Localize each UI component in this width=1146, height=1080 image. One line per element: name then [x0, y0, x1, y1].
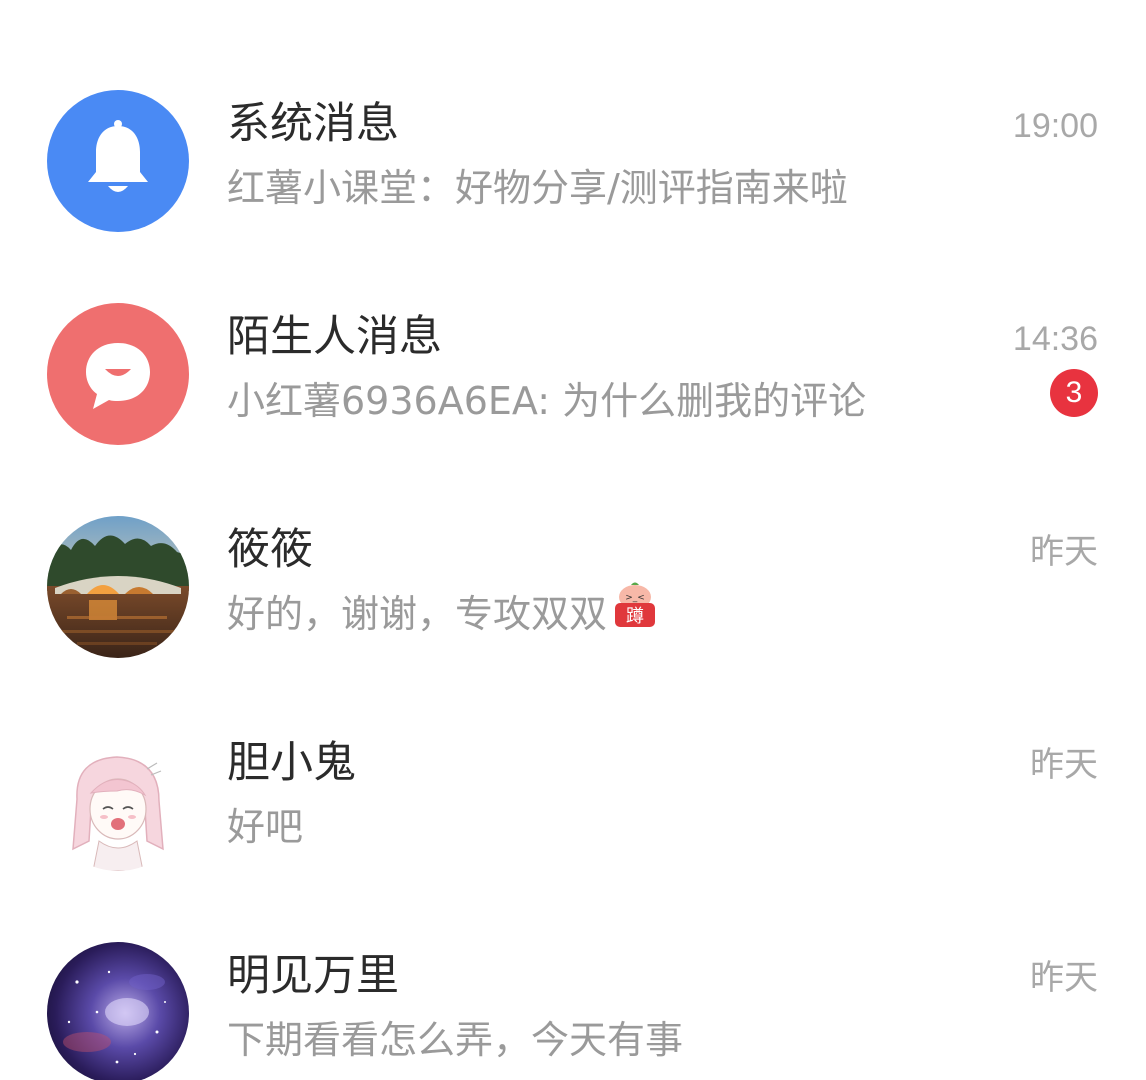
- bell-icon: [88, 120, 148, 192]
- message-preview: 红薯小课堂：好物分享/测评指南来啦: [227, 166, 848, 210]
- svg-text:>_<: >_<: [625, 593, 645, 603]
- conversation-row-mingjianwanli[interactable]: 明见万里 下期看看怎么弄，今天有事 昨天: [0, 852, 1146, 1080]
- conversation-row-stranger[interactable]: 陌生人消息 小红薯6936A6EA: 为什么删我的评论 14:36 3: [0, 213, 1146, 445]
- message-time: 昨天: [1030, 959, 1098, 997]
- sticker-text: 蹲: [626, 606, 644, 627]
- anime-girl-sketch-icon: [72, 756, 164, 871]
- message-preview: 下期看看怎么弄，今天有事: [227, 1018, 684, 1062]
- conversation-row-system[interactable]: 系统消息 红薯小课堂：好物分享/测评指南来啦 19:00: [0, 0, 1146, 232]
- conversation-list: 系统消息 红薯小课堂：好物分享/测评指南来啦 19:00 陌生人消息 小红薯69…: [0, 0, 1146, 1080]
- conversation-name: 胆小鬼: [227, 738, 356, 788]
- message-time: 昨天: [1030, 533, 1098, 571]
- conversation-row-danxiaogui[interactable]: 胆小鬼 好吧 昨天: [0, 639, 1146, 871]
- cute-peach-sticker-icon: >_< 蹲: [609, 581, 661, 646]
- conversation-name: 明见万里: [227, 951, 399, 1001]
- bridge-photo-icon: [47, 516, 189, 658]
- system-avatar[interactable]: [47, 90, 189, 232]
- danxiaogui-avatar[interactable]: [47, 729, 189, 871]
- mingjianwanli-avatar[interactable]: [47, 942, 189, 1080]
- message-time: 14:36: [1012, 320, 1098, 358]
- message-preview: 好的，谢谢，专攻双双: [227, 592, 608, 636]
- xiaoxiao-avatar[interactable]: [47, 516, 189, 658]
- conversation-name: 筱筱: [227, 525, 313, 575]
- galaxy-photo-icon: [47, 942, 189, 1080]
- unread-badge: 3: [1050, 369, 1098, 417]
- chat-bubble-icon: [86, 343, 150, 409]
- message-time: 昨天: [1030, 746, 1098, 784]
- message-preview: 小红薯6936A6EA: 为什么删我的评论: [227, 379, 867, 423]
- conversation-name: 陌生人消息: [227, 312, 442, 362]
- stranger-avatar[interactable]: [47, 303, 189, 445]
- message-preview-container: 好的，谢谢，专攻双双 >_< 蹲: [227, 582, 661, 646]
- message-preview: 好吧: [227, 805, 304, 849]
- conversation-name: 系统消息: [227, 99, 399, 149]
- conversation-row-xiaoxiao[interactable]: 筱筱 好的，谢谢，专攻双双 >_< 蹲 昨天: [0, 426, 1146, 658]
- message-time: 19:00: [1012, 107, 1098, 145]
